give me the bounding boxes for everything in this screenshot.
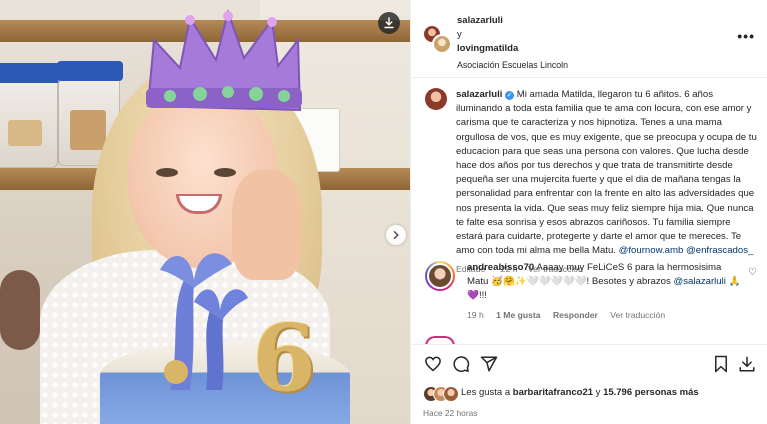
comment-icon bbox=[453, 356, 470, 372]
comment-meta: 19 h 1 Me gusta Responder Ver traducción bbox=[467, 310, 757, 320]
likes-conjunction: y bbox=[595, 387, 601, 398]
photo-number-six: 6 bbox=[252, 304, 317, 412]
post-location[interactable]: Asociación Escuelas Lincoln bbox=[457, 58, 568, 72]
instagram-post: 6 salazarluli y lovingmatilda Asociación… bbox=[0, 0, 767, 424]
author-username[interactable]: lovingmatilda bbox=[457, 42, 568, 56]
likes-text: Les gusta a barbaritafranco21 y 15.796 p… bbox=[461, 387, 699, 398]
next-photo-button[interactable] bbox=[386, 225, 406, 245]
photo-jar bbox=[0, 63, 61, 168]
reply-button[interactable]: Responder bbox=[553, 310, 598, 320]
photo-eye bbox=[156, 168, 178, 177]
photo-eye bbox=[214, 168, 236, 177]
post-header: salazarluli y lovingmatilda Asociación E… bbox=[411, 0, 767, 78]
post-timestamp[interactable]: Hace 22 horas bbox=[411, 406, 767, 424]
comment-likes[interactable]: 1 Me gusta bbox=[496, 310, 540, 320]
likes-prefix: Les gusta a bbox=[461, 387, 511, 398]
collab-avatars[interactable] bbox=[422, 24, 457, 58]
photo-crown bbox=[146, 10, 302, 112]
send-icon bbox=[480, 356, 498, 372]
comment-button[interactable] bbox=[451, 354, 471, 374]
author-conjunction: y bbox=[457, 29, 462, 40]
more-options-button[interactable]: ••• bbox=[737, 28, 755, 44]
photo-arm bbox=[0, 270, 40, 350]
share-button[interactable] bbox=[479, 354, 499, 374]
chevron-right-icon bbox=[393, 231, 399, 239]
liker-username[interactable]: barbaritafranco21 bbox=[513, 387, 593, 398]
heart-icon: ♡ bbox=[748, 267, 757, 278]
comments-scroll-area[interactable]: salazarluli ✓ Mi amada Matilda, llegaron… bbox=[411, 78, 767, 344]
next-comment-avatar bbox=[425, 336, 455, 344]
comment-item: andreabisso70 Aaaay muy FeLiCeS 6 para l… bbox=[425, 261, 757, 320]
post-caption: salazarluli ✓ Mi amada Matilda, llegaron… bbox=[425, 88, 757, 274]
translate-link[interactable]: Ver traducción bbox=[610, 310, 665, 320]
heart-icon bbox=[425, 356, 441, 372]
post-authors: salazarluli y lovingmatilda Asociación E… bbox=[457, 14, 568, 72]
caption-body: Mi amada Matilda, llegaron tu 6 añitos. … bbox=[456, 89, 757, 257]
likes-summary: Les gusta a barbaritafranco21 y 15.796 p… bbox=[411, 384, 767, 406]
comment-text: andreabisso70 Aaaay muy FeLiCeS 6 para l… bbox=[467, 261, 741, 304]
mention-link[interactable]: @fournow.amb bbox=[619, 245, 684, 256]
photo-block bbox=[8, 120, 42, 146]
comment-like-button[interactable]: ♡ bbox=[748, 267, 757, 278]
action-bar bbox=[411, 344, 767, 384]
post-side-panel: salazarluli y lovingmatilda Asociación E… bbox=[410, 0, 767, 424]
photo-block bbox=[70, 110, 106, 150]
comment-username[interactable]: andreabisso70 bbox=[467, 262, 534, 273]
more-horizontal-icon: ••• bbox=[737, 28, 755, 44]
author-username[interactable]: salazarluli bbox=[457, 14, 568, 28]
avatar[interactable] bbox=[425, 88, 447, 110]
verified-badge-icon: ✓ bbox=[505, 91, 515, 100]
comment-time[interactable]: 19 h bbox=[467, 310, 484, 320]
caption-text: salazarluli ✓ Mi amada Matilda, llegaron… bbox=[456, 88, 757, 258]
avatar[interactable] bbox=[432, 34, 452, 54]
mention-link[interactable]: @enfrascados_ bbox=[686, 245, 753, 256]
photo-mermaid-tails bbox=[160, 253, 248, 390]
bookmark-icon bbox=[715, 355, 727, 373]
download-button[interactable] bbox=[378, 12, 400, 34]
like-button[interactable] bbox=[423, 354, 443, 374]
mention-link[interactable]: @salazarluli bbox=[673, 276, 725, 287]
download-icon bbox=[384, 17, 394, 29]
download-post-button[interactable] bbox=[737, 354, 757, 374]
liker-avatars[interactable] bbox=[423, 386, 459, 402]
avatar[interactable] bbox=[425, 261, 455, 291]
download-icon bbox=[739, 356, 755, 372]
save-button[interactable] bbox=[711, 354, 731, 374]
post-photo[interactable]: 6 bbox=[0, 0, 410, 424]
likes-count[interactable]: 15.796 personas más bbox=[603, 387, 699, 398]
avatar[interactable] bbox=[443, 386, 459, 402]
caption-username[interactable]: salazarluli bbox=[456, 89, 502, 100]
